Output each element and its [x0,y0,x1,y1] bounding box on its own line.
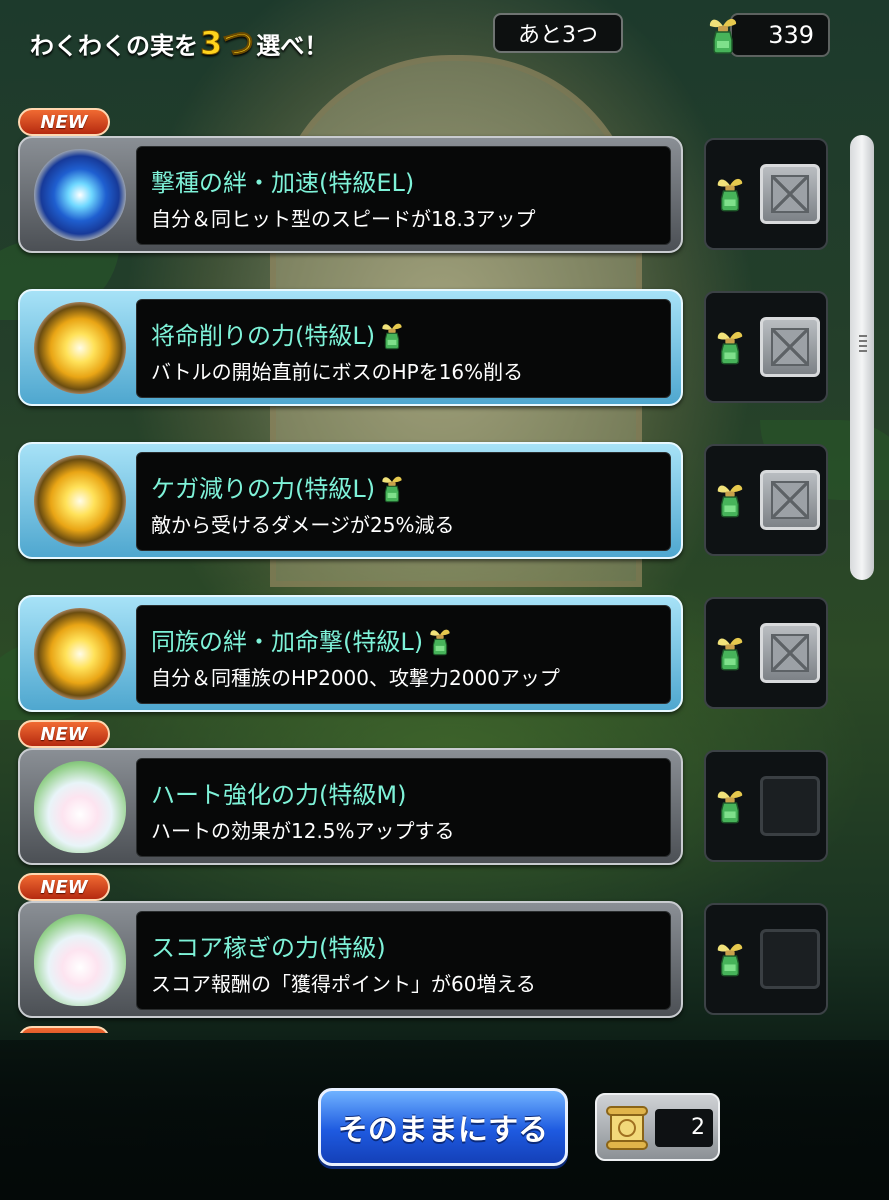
skill-row[interactable]: ケガ減りの力(特級L) 敵から受けるダメージが25%減る [18,442,683,559]
select-checkbox[interactable] [760,929,820,989]
new-badge: NEW [18,720,110,748]
skill-text-panel: スコア稼ぎの力(特級) スコア報酬の「獲得ポイント」が60増える [136,911,671,1010]
skill-card[interactable]: ケガ減りの力(特級L) 敵から受けるダメージが25%減る [18,442,683,559]
skill-card[interactable]: 撃種の絆・加速(特級EL) 自分＆同ヒット型のスピードが18.3アップ [18,136,683,253]
new-badge: NEW [18,1026,110,1033]
lotus-bud-icon [34,914,126,1006]
bottle-sprout-icon [716,631,744,675]
bottle-sprout-icon [716,784,744,828]
scroll-ticket-icon [606,1106,648,1150]
skill-card[interactable]: スコア稼ぎの力(特級) スコア報酬の「獲得ポイント」が60増える [18,901,683,1018]
skill-description: 敵から受けるダメージが25%減る [151,513,455,537]
skill-name: ハート強化の力(特級M) [151,781,407,809]
skill-description: 自分＆同ヒット型のスピードが18.3アップ [151,207,536,231]
bottle-sprout-icon [716,478,744,522]
cross-mark-icon [771,481,809,519]
select-checkbox-slot[interactable] [704,444,828,556]
skill-card[interactable]: 将命削りの力(特級L) バトルの開始直前にボスのHPを16%削る [18,289,683,406]
page-title: わくわくの実を3つ選べ！ [30,18,328,64]
bottle-sprout-icon [716,937,744,981]
ticket-count: 2 [691,1115,705,1140]
scroll-ticket-button[interactable]: 2 [595,1093,720,1161]
locked-checkbox[interactable] [760,470,820,530]
lotus-bud-icon [34,761,126,853]
title-prefix: わくわくの実を [30,32,198,60]
scroll-grip-icon [859,335,867,355]
select-checkbox[interactable] [760,776,820,836]
skill-row[interactable]: 将命削りの力(特級L) バトルの開始直前にボスのHPを16%削る [18,289,683,406]
skill-text-panel: 撃種の絆・加速(特級EL) 自分＆同ヒット型のスピードが18.3アップ [136,146,671,245]
skill-name: 将命削りの力(特級L) [151,316,403,356]
locked-checkbox[interactable] [760,164,820,224]
select-checkbox-slot[interactable] [704,138,828,250]
title-suffix: 選べ！ [256,32,329,60]
title-count: 3つ [199,24,255,63]
skill-name: ケガ減りの力(特級L) [151,469,403,509]
skill-row[interactable]: スコア稼ぎの力(特級) スコア報酬の「獲得ポイント」が60増える [18,901,683,1018]
cross-mark-icon [771,328,809,366]
skill-description: 自分＆同種族のHP2000、攻撃力2000アップ [151,666,560,690]
new-badge: NEW [18,873,110,901]
bottle-sprout-icon [716,172,744,216]
skill-description: スコア報酬の「獲得ポイント」が60増える [151,972,536,996]
skill-text-panel: 将命削りの力(特級L) バトルの開始直前にボスのHPを16%削る [136,299,671,398]
select-checkbox-slot[interactable] [704,597,828,709]
skill-description: ハートの効果が12.5%アップする [151,819,455,843]
scrollbar-thumb[interactable] [850,135,874,580]
locked-checkbox[interactable] [760,317,820,377]
skill-row[interactable]: 撃種の絆・加速(特級EL) 自分＆同ヒット型のスピードが18.3アップ [18,136,683,253]
skill-card[interactable]: 同族の絆・加命撃(特級L) 自分＆同種族のHP2000、攻撃力2000アップ [18,595,683,712]
golden-sun-orb-icon [34,455,126,547]
golden-sun-orb-icon [34,608,126,700]
locked-checkbox[interactable] [760,623,820,683]
skill-text-panel: ハート強化の力(特級M) ハートの効果が12.5%アップする [136,758,671,857]
select-checkbox-slot[interactable] [704,291,828,403]
skill-card[interactable]: ハート強化の力(特級M) ハートの効果が12.5%アップする [18,748,683,865]
skill-text-panel: 同族の絆・加命撃(特級L) 自分＆同種族のHP2000、攻撃力2000アップ [136,605,671,704]
golden-sun-orb-icon [34,302,126,394]
keep-as-is-button[interactable]: そのままにする [318,1088,568,1166]
bottle-sprout-icon [429,624,451,662]
skill-name: 撃種の絆・加速(特級EL) [151,169,415,197]
skill-text-panel: ケガ減りの力(特級L) 敵から受けるダメージが25%減る [136,452,671,551]
skill-row[interactable]: ハート強化の力(特級M) ハートの効果が12.5%アップする [18,748,683,865]
select-checkbox-slot[interactable] [704,750,828,862]
fruit-currency-counter: 339 [730,13,830,57]
cross-mark-icon [771,175,809,213]
new-badge: NEW [18,108,110,136]
skill-list[interactable]: NEW 撃種の絆・加速(特級EL) 自分＆同ヒット型のスピードが18.3アップ [0,108,889,1033]
bottle-sprout-icon [709,18,737,54]
skill-name: 同族の絆・加命撃(特級L) [151,622,451,662]
bottle-sprout-icon [716,325,744,369]
bottle-sprout-icon [381,471,403,509]
skill-row[interactable]: 同族の絆・加命撃(特級L) 自分＆同種族のHP2000、攻撃力2000アップ [18,595,683,712]
select-checkbox-slot[interactable] [704,903,828,1015]
bottle-sprout-icon [381,318,403,356]
blue-flower-orb-icon [34,149,126,241]
remaining-picks-label: あと3つ [493,13,623,53]
skill-description: バトルの開始直前にボスのHPを16%削る [151,360,524,384]
skill-name: スコア稼ぎの力(特級) [151,934,386,962]
cross-mark-icon [771,634,809,672]
